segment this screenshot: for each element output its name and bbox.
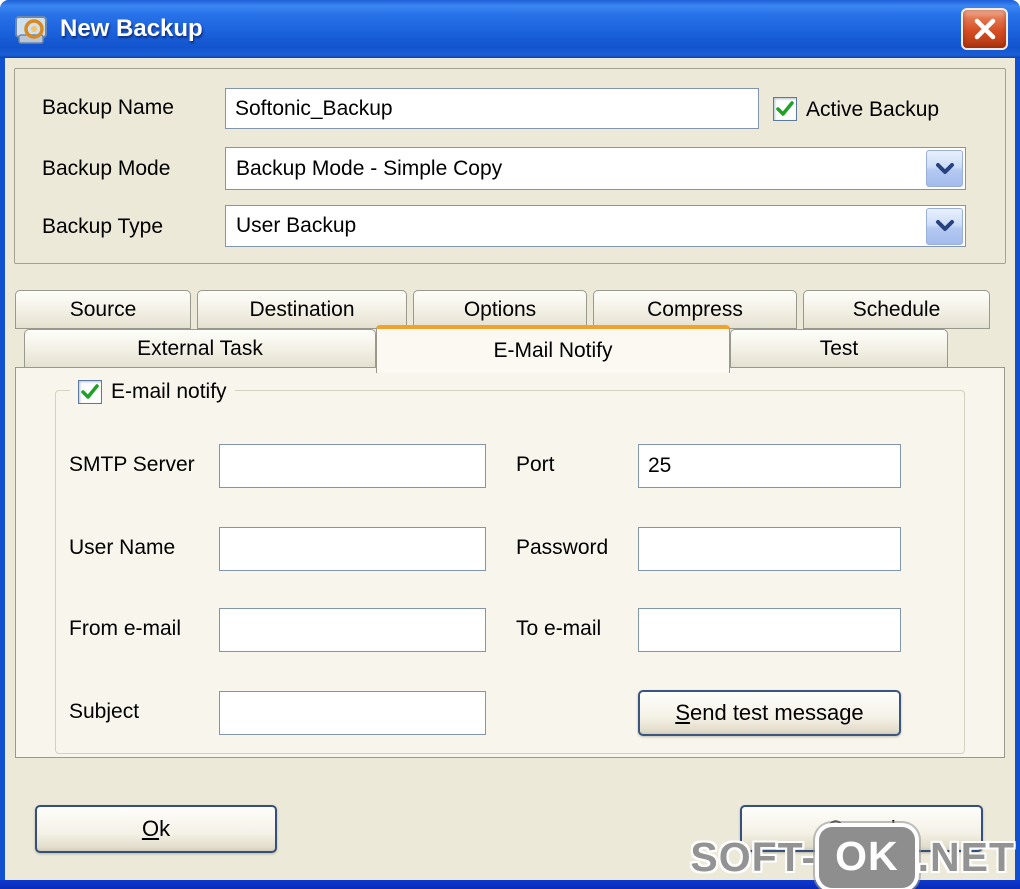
backup-type-value: User Backup xyxy=(236,214,357,237)
password-label: Password xyxy=(516,536,609,559)
chevron-down-icon[interactable] xyxy=(926,207,963,245)
tab-compress[interactable]: Compress xyxy=(593,290,797,329)
backup-mode-value: Backup Mode - Simple Copy xyxy=(236,156,503,180)
to-email-input[interactable] xyxy=(638,608,901,652)
watermark-prefix: SOFT- xyxy=(690,834,817,880)
backup-name-label: Backup Name xyxy=(42,96,174,119)
new-backup-dialog: New Backup Backup Name Active Backup Bac… xyxy=(0,0,1020,889)
port-label: Port xyxy=(516,453,555,476)
send-test-message-button[interactable]: Send test message xyxy=(638,690,901,736)
from-email-label: From e-mail xyxy=(69,617,182,640)
check-icon xyxy=(776,101,794,116)
ok-button-label: Ok xyxy=(141,816,171,841)
port-input[interactable] xyxy=(638,444,901,488)
close-icon[interactable] xyxy=(961,8,1008,50)
email-notify-legend: E-mail notify xyxy=(70,377,235,407)
tab-source[interactable]: Source xyxy=(15,290,191,329)
dialog-body: Backup Name Active Backup Backup Mode Ba… xyxy=(5,58,1015,880)
from-email-input[interactable] xyxy=(219,608,486,652)
active-backup-label: Active Backup xyxy=(806,98,940,121)
email-notify-group: E-mail notify SMTP Server Port User Name… xyxy=(55,377,965,754)
backup-mode-select[interactable]: Backup Mode - Simple Copy xyxy=(225,147,966,190)
backup-type-label: Backup Type xyxy=(42,215,164,238)
title-bar[interactable]: New Backup xyxy=(0,0,1020,58)
soft-ok-net-watermark: SOFT- OK .NET xyxy=(690,827,1015,888)
watermark-badge: OK xyxy=(819,827,915,888)
tab-options[interactable]: Options xyxy=(413,290,587,329)
backup-disk-icon xyxy=(14,13,50,45)
chevron-down-icon[interactable] xyxy=(926,150,963,187)
active-backup-checkbox[interactable] xyxy=(773,97,797,121)
watermark-suffix: .NET xyxy=(917,834,1015,880)
email-notify-label: E-mail notify xyxy=(111,380,227,403)
smtp-server-label: SMTP Server xyxy=(69,453,195,476)
tab-test[interactable]: Test xyxy=(730,329,948,368)
backup-type-select[interactable]: User Backup xyxy=(225,205,966,247)
tab-schedule[interactable]: Schedule xyxy=(803,290,990,329)
backup-name-input[interactable] xyxy=(225,88,759,129)
tab-destination[interactable]: Destination xyxy=(197,290,407,329)
password-input[interactable] xyxy=(638,527,901,571)
user-name-label: User Name xyxy=(69,536,176,559)
subject-input[interactable] xyxy=(219,691,486,735)
user-name-input[interactable] xyxy=(219,527,486,571)
to-email-label: To e-mail xyxy=(516,617,602,640)
smtp-server-input[interactable] xyxy=(219,444,486,488)
tab-external-task[interactable]: External Task xyxy=(24,329,376,368)
check-icon xyxy=(81,384,99,399)
tab-email-notify[interactable]: E-Mail Notify xyxy=(376,325,730,373)
ok-button[interactable]: Ok xyxy=(35,805,277,853)
email-notify-checkbox[interactable] xyxy=(78,380,102,404)
window-title: New Backup xyxy=(60,15,203,42)
subject-label: Subject xyxy=(69,700,140,723)
send-test-message-label: Send test message xyxy=(675,700,864,725)
backup-mode-label: Backup Mode xyxy=(42,157,171,180)
